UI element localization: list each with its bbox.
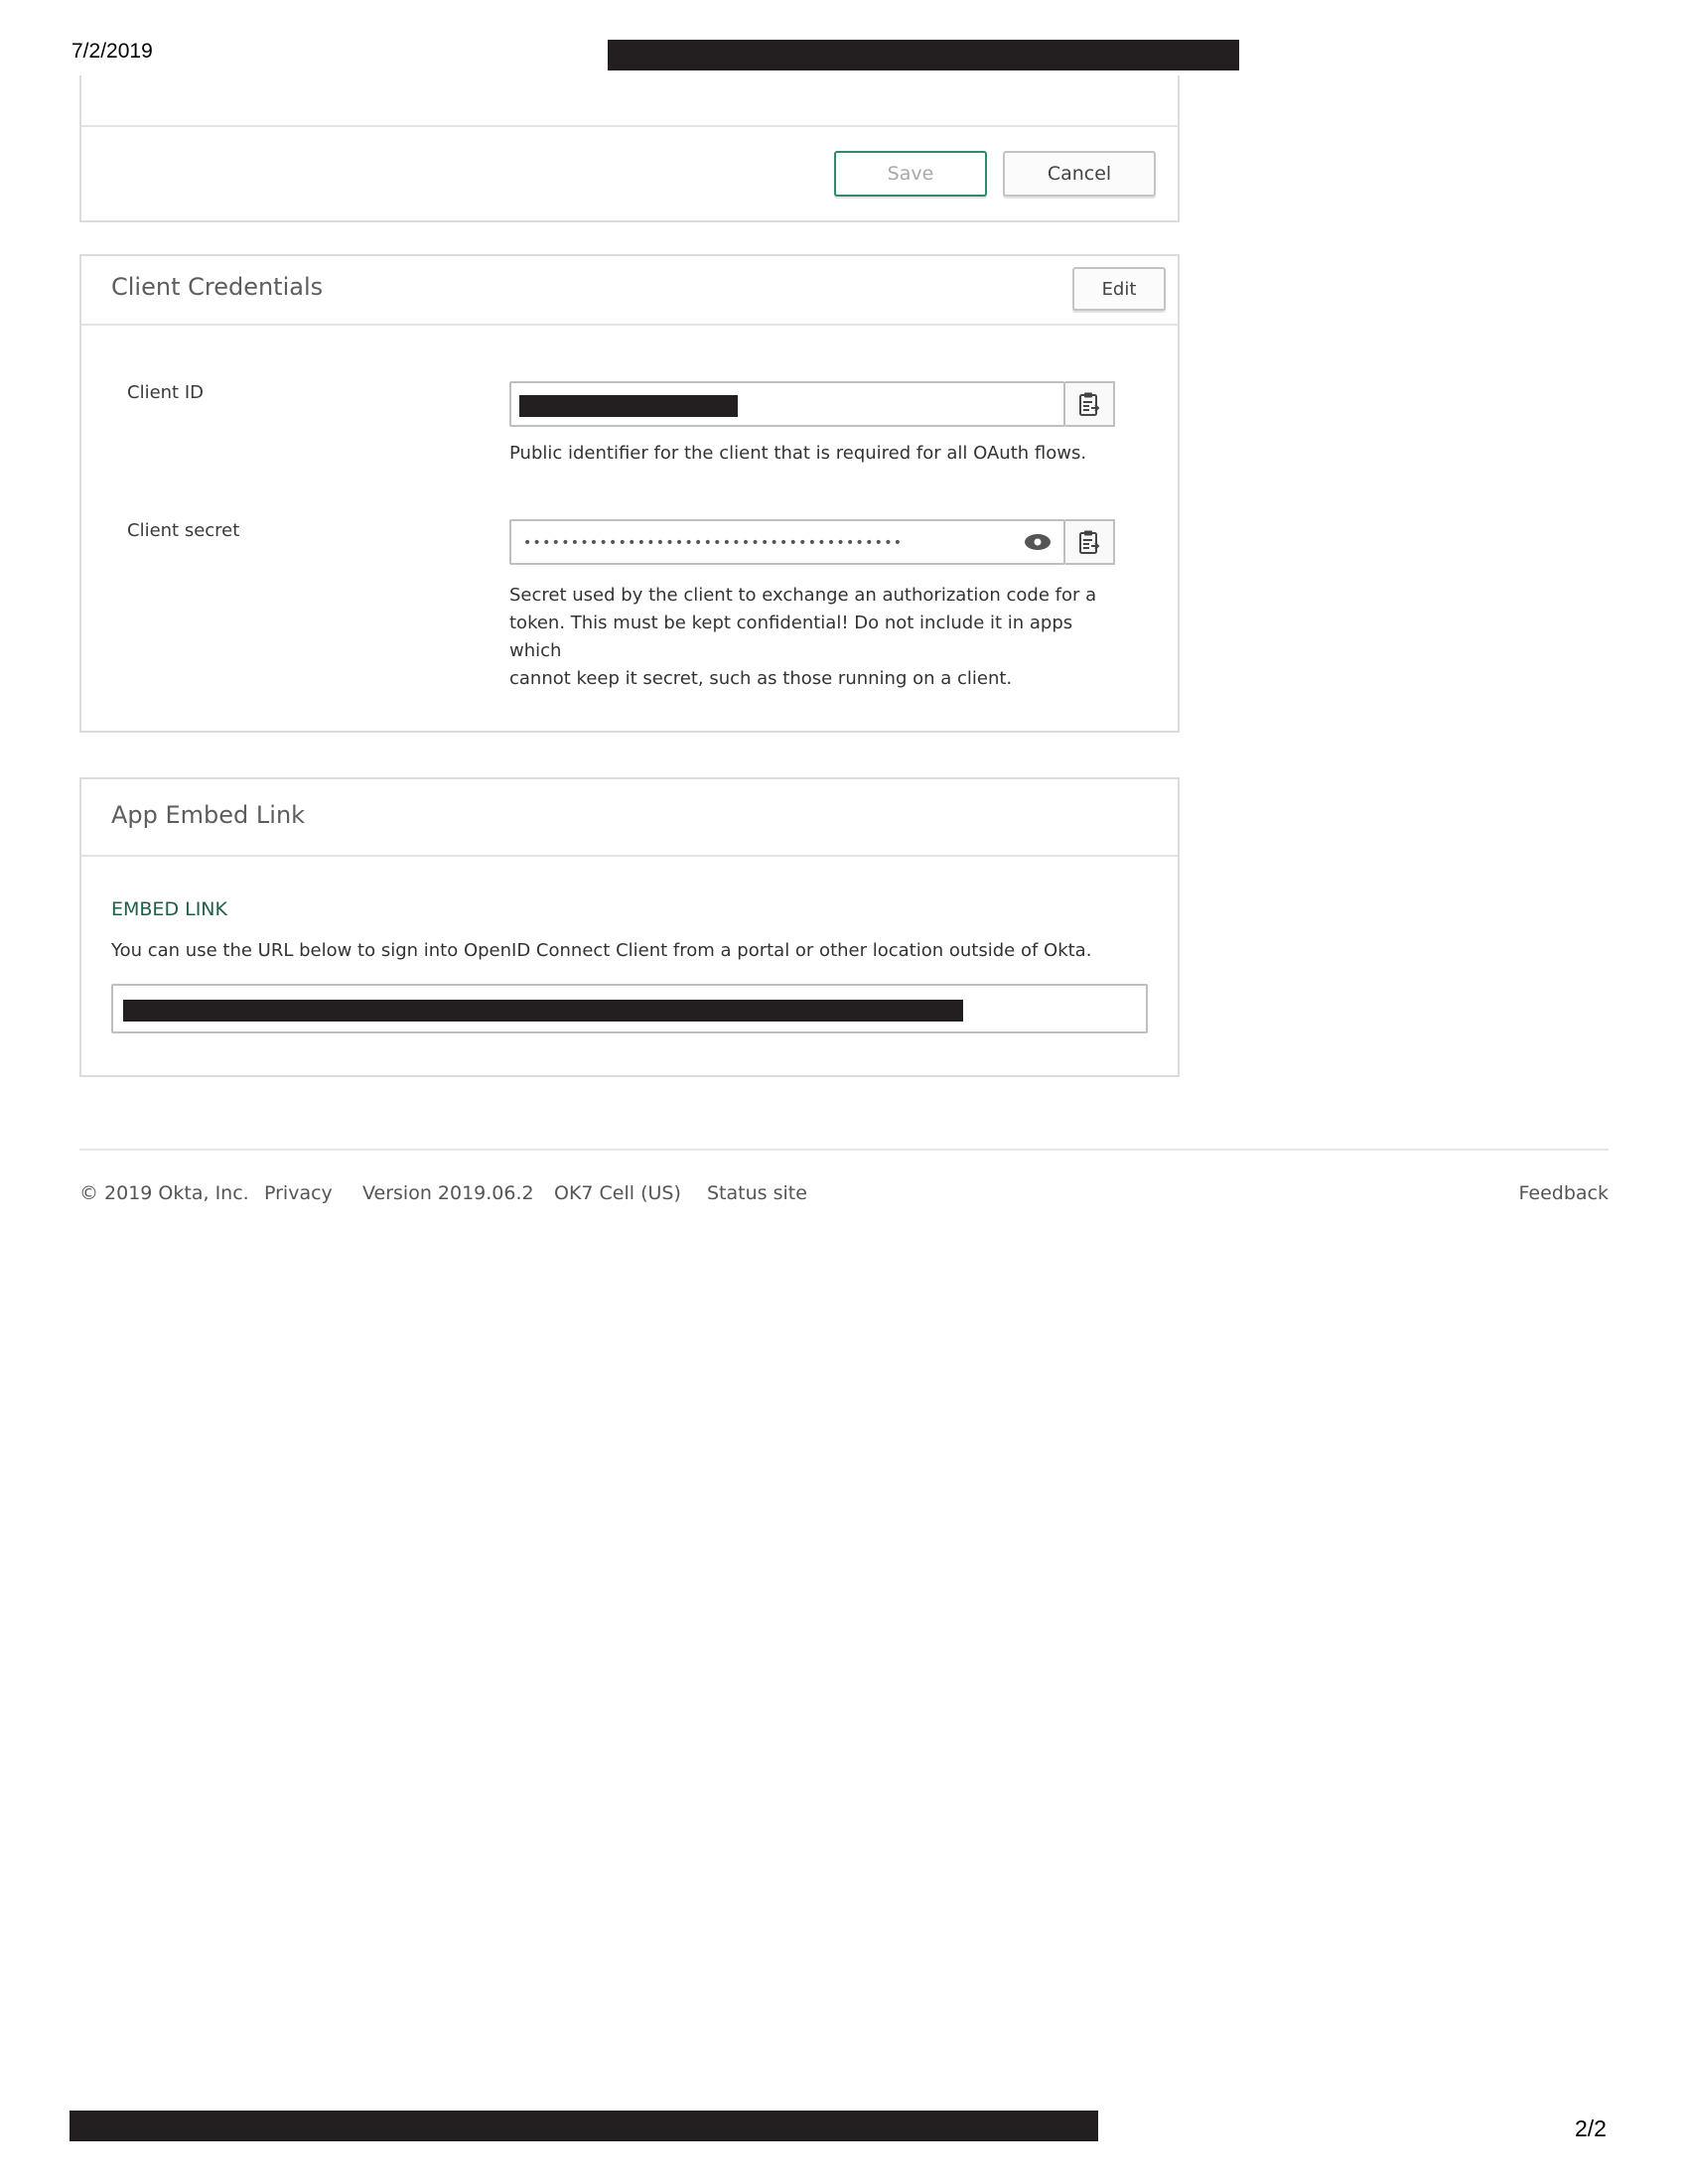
redacted-embed-url <box>123 1000 963 1022</box>
client-secret-help-line: Secret used by the client to exchange an… <box>509 585 1097 606</box>
footer-cell: OK7 Cell (US) <box>554 1182 681 1204</box>
cancel-button[interactable]: Cancel <box>1003 151 1156 197</box>
edit-button[interactable]: Edit <box>1072 267 1166 311</box>
client-id-help: Public identifier for the client that is… <box>509 443 1087 464</box>
app-embed-link-panel: App Embed Link EMBED LINK You can use th… <box>79 777 1180 1077</box>
redacted-client-id <box>519 395 738 417</box>
client-credentials-title: Client Credentials <box>111 273 324 301</box>
print-date: 7/2/2019 <box>71 40 153 63</box>
clipboard-icon <box>1079 392 1100 416</box>
embed-link-label: EMBED LINK <box>111 898 227 920</box>
redacted-footer <box>70 2111 1098 2141</box>
client-id-input[interactable] <box>509 381 1065 427</box>
footer-privacy-link[interactable]: Privacy <box>264 1182 333 1204</box>
footer-version: Version 2019.06.2 <box>362 1182 534 1204</box>
client-credentials-header: Client Credentials Edit <box>81 256 1178 326</box>
client-secret-copy-button[interactable] <box>1065 519 1115 565</box>
save-button[interactable]: Save <box>834 151 987 197</box>
app-embed-link-title: App Embed Link <box>111 801 306 829</box>
footer-divider <box>79 1149 1609 1151</box>
embed-link-input[interactable] <box>111 984 1148 1033</box>
client-id-label: Client ID <box>127 382 205 403</box>
client-secret-help-line: token. This must be kept confidential! D… <box>509 613 1073 661</box>
client-secret-input[interactable]: •••••••••••••••••••••••••••••••••••••••• <box>509 519 1065 565</box>
client-secret-masked-value: •••••••••••••••••••••••••••••••••••••••• <box>523 535 904 551</box>
settings-panel-footer: Save Cancel <box>79 75 1180 222</box>
footer-status-link[interactable]: Status site <box>707 1182 807 1204</box>
client-secret-help: Secret used by the client to exchange an… <box>509 582 1125 693</box>
client-credentials-panel: Client Credentials Edit Client ID Public… <box>79 254 1180 733</box>
embed-link-description: You can use the URL below to sign into O… <box>111 940 1092 961</box>
app-embed-link-header: App Embed Link <box>81 779 1178 857</box>
eye-icon[interactable] <box>1024 533 1052 551</box>
page-number: 2/2 <box>1575 2116 1607 2141</box>
footer-copyright: © 2019 Okta, Inc. <box>79 1182 249 1204</box>
client-secret-help-line: cannot keep it secret, such as those run… <box>509 668 1013 689</box>
redacted-header <box>608 40 1239 70</box>
client-secret-label: Client secret <box>127 520 240 541</box>
client-id-copy-button[interactable] <box>1065 381 1115 427</box>
footer-feedback-link[interactable]: Feedback <box>1519 1182 1609 1204</box>
clipboard-icon <box>1079 530 1100 554</box>
